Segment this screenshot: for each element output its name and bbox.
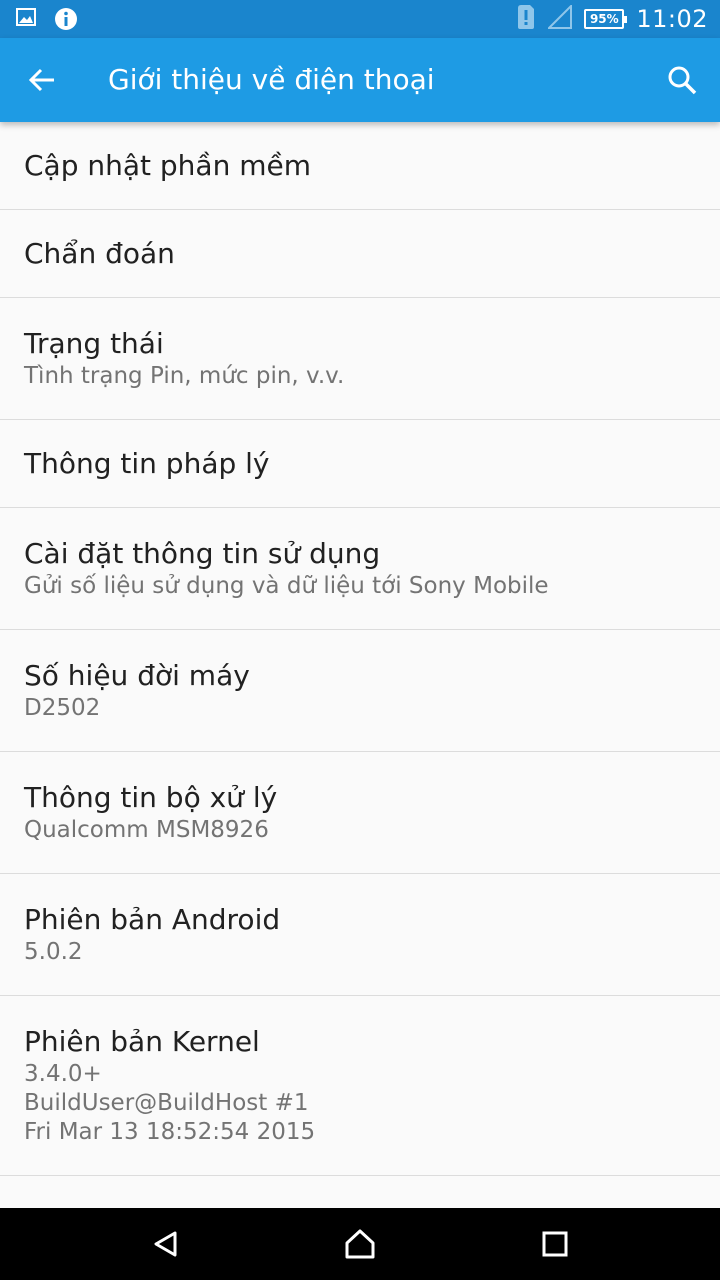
battery-level: 95%: [589, 12, 619, 26]
item-subtitle: Gửi số liệu sử dụng và dữ liệu tới Sony …: [24, 573, 549, 599]
item-title: Thông tin bộ xử lý: [24, 781, 278, 814]
page-title: Giới thiệu về điện thoại: [108, 63, 435, 96]
list-item-android-version[interactable]: Phiên bản Android 5.0.2: [0, 874, 720, 996]
app-bar: Giới thiệu về điện thoại: [0, 38, 720, 122]
item-title: Chẩn đoán: [24, 236, 175, 270]
list-item-software-update[interactable]: Cập nhật phần mềm: [0, 122, 720, 210]
search-icon[interactable]: [662, 60, 702, 100]
battery-icon: 95%: [584, 9, 628, 29]
item-title: Trạng thái: [24, 327, 164, 360]
list-item-processor-info[interactable]: Thông tin bộ xử lý Qualcomm MSM8926: [0, 752, 720, 874]
item-subtitle: 5.0.2: [24, 939, 83, 965]
item-title: Thông tin pháp lý: [24, 446, 270, 480]
item-subtitle: Qualcomm MSM8926: [24, 817, 269, 843]
home-icon[interactable]: [340, 1224, 380, 1264]
settings-list: Cập nhật phần mềm Chẩn đoán Trạng thái T…: [0, 122, 720, 1208]
info-notification-icon: [54, 7, 78, 35]
arrow-back-icon[interactable]: [22, 60, 62, 100]
recents-square-icon[interactable]: [535, 1224, 575, 1264]
item-title: Cập nhật phần mềm: [24, 148, 312, 182]
list-item-kernel-version[interactable]: Phiên bản Kernel 3.4.0+ BuildUser@BuildH…: [0, 996, 720, 1176]
image-notification-icon: [16, 7, 36, 35]
item-title: Cài đặt thông tin sử dụng: [24, 537, 381, 570]
list-item-legal-info[interactable]: Thông tin pháp lý: [0, 420, 720, 508]
sim-alert-icon: [516, 4, 536, 34]
back-triangle-icon[interactable]: [146, 1224, 186, 1264]
item-title: Phiên bản Android: [24, 903, 281, 936]
list-item-model-number[interactable]: Số hiệu đời máy D2502: [0, 630, 720, 752]
item-subtitle: D2502: [24, 695, 101, 721]
item-subtitle: Tình trạng Pin, mức pin, v.v.: [24, 363, 345, 389]
item-title: Phiên bản Kernel: [24, 1025, 260, 1058]
navigation-bar: [0, 1208, 720, 1280]
list-item-diagnostics[interactable]: Chẩn đoán: [0, 210, 720, 298]
status-bar: 95% 11:02: [0, 0, 720, 38]
list-item-status[interactable]: Trạng thái Tình trạng Pin, mức pin, v.v.: [0, 298, 720, 420]
signal-icon: [546, 3, 573, 33]
item-title: Số hiệu đời máy: [24, 659, 250, 692]
item-subtitle: 3.4.0+ BuildUser@BuildHost #1 Fri Mar 13…: [24, 1061, 316, 1145]
list-item-usage-info[interactable]: Cài đặt thông tin sử dụng Gửi số liệu sử…: [0, 508, 720, 630]
clock: 11:02: [636, 5, 708, 33]
